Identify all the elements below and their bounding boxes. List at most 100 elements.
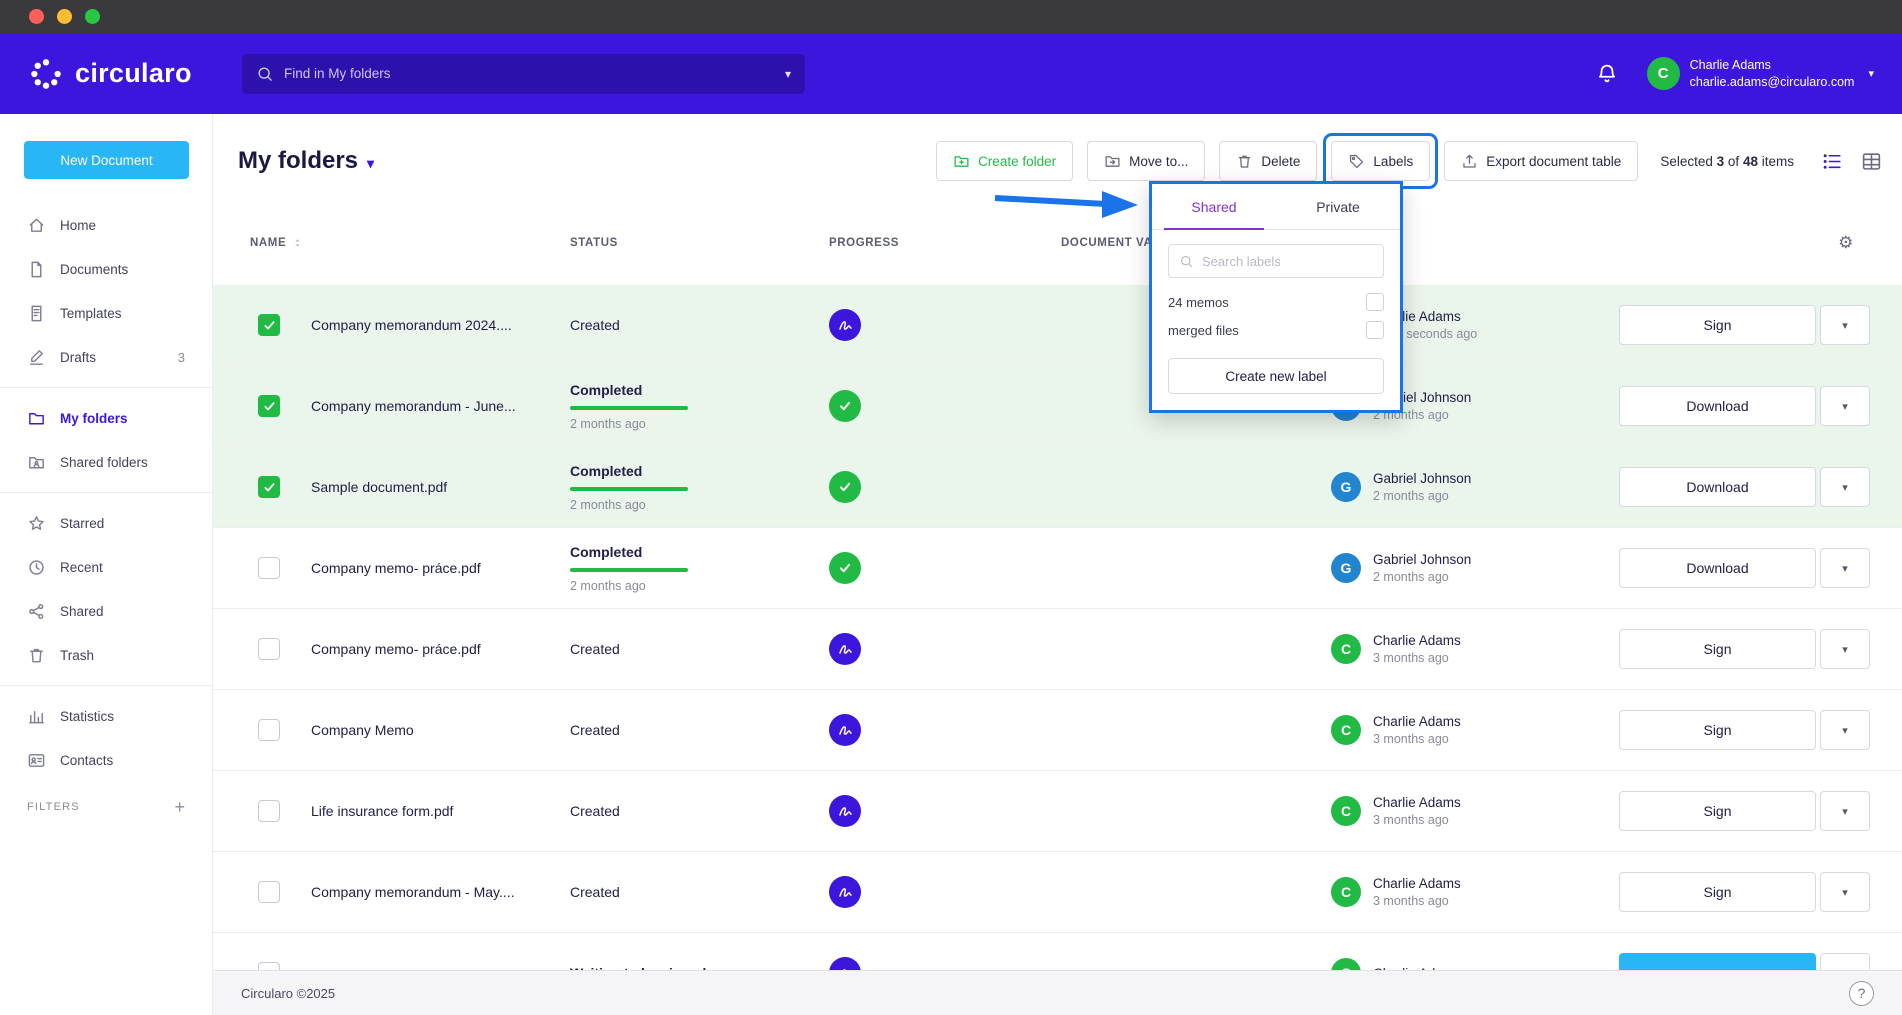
sidebar-item-statistics[interactable]: Statistics [0, 694, 212, 738]
row-checkbox[interactable] [258, 476, 280, 498]
row-checkbox[interactable] [258, 395, 280, 417]
sign-button[interactable]: Sign [1619, 872, 1816, 912]
sidebar-item-contacts[interactable]: Contacts [0, 738, 212, 782]
move-to-button[interactable]: Move to... [1087, 141, 1205, 181]
sidebar-divider [0, 387, 212, 388]
label-search-input[interactable] [1202, 254, 1373, 269]
create-folder-button[interactable]: Create folder [936, 141, 1073, 181]
add-filter-button[interactable]: + [174, 798, 185, 816]
table-header: NAME STATUS PROGRESS DOCUMENT VALIDITY M… [213, 223, 1902, 263]
minimize-window-button[interactable] [57, 9, 72, 24]
sidebar-item-templates[interactable]: Templates [0, 291, 212, 335]
download-button[interactable]: Download [1619, 386, 1816, 426]
global-search[interactable]: ▾ [242, 54, 805, 94]
document-name[interactable]: Company memo- práce.pdf [291, 560, 570, 576]
modified-by-cell: GGabriel Johnson2 months ago [1331, 471, 1619, 503]
document-name[interactable]: Sample document.pdf [291, 479, 570, 495]
document-name[interactable]: Company Memo [291, 722, 570, 738]
sidebar-item-starred[interactable]: Starred [0, 501, 212, 545]
download-button[interactable]: Download [1619, 467, 1816, 507]
row-checkbox[interactable] [258, 314, 280, 336]
tab-shared[interactable]: Shared [1152, 184, 1276, 229]
modified-time: 3 months ago [1373, 732, 1461, 746]
zoom-window-button[interactable] [85, 9, 100, 24]
row-checkbox[interactable] [258, 800, 280, 822]
sidebar-item-shared-folders[interactable]: Shared folders [0, 440, 212, 484]
sidebar-item-label: Documents [60, 262, 128, 277]
download-button[interactable]: Download [1619, 548, 1816, 588]
sidebar-item-recent[interactable]: Recent [0, 545, 212, 589]
page-title[interactable]: My folders ▾ [238, 147, 374, 175]
search-input[interactable] [284, 66, 767, 81]
create-new-label-button[interactable]: Create new label [1168, 358, 1384, 394]
sidebar-item-documents[interactable]: Documents [0, 247, 212, 291]
labels-label: Labels [1373, 154, 1413, 169]
action-dropdown-button[interactable]: ▾ [1820, 386, 1870, 426]
action-dropdown-button[interactable]: ▾ [1820, 305, 1870, 345]
label-item[interactable]: 24 memos [1168, 288, 1384, 316]
document-name[interactable]: Life insurance form.pdf [291, 803, 570, 819]
status-cell: Completed2 months ago [570, 544, 829, 593]
modified-by-name: Charlie Adams [1373, 795, 1461, 810]
column-header-progress[interactable]: PROGRESS [829, 237, 899, 249]
help-button[interactable]: ? [1849, 981, 1874, 1006]
grid-view-icon[interactable] [1861, 151, 1882, 172]
table-row[interactable]: Company memo- práce.pdfCompleted2 months… [213, 528, 1902, 609]
user-menu[interactable]: C Charlie Adams charlie.adams@circularo.… [1647, 57, 1874, 90]
sidebar-item-home[interactable]: Home [0, 203, 212, 247]
status-label: Completed [570, 544, 829, 560]
table-row[interactable]: Sample document.pdfCompleted2 months ago… [213, 447, 1902, 528]
brand[interactable]: circularo [28, 56, 218, 92]
sign-button[interactable]: Sign [1619, 629, 1816, 669]
row-checkbox[interactable] [258, 881, 280, 903]
document-name[interactable]: Company memorandum - June... [291, 398, 570, 414]
sidebar-item-trash[interactable]: Trash [0, 633, 212, 677]
document-name[interactable]: Company memo- práce.pdf [291, 641, 570, 657]
table-row[interactable]: Life insurance form.pdfCreatedCCharlie A… [213, 771, 1902, 852]
sign-button[interactable]: Sign [1619, 791, 1816, 831]
label-search[interactable] [1168, 244, 1384, 278]
column-header-status[interactable]: STATUS [570, 237, 618, 249]
table-row[interactable]: Company memorandum - June...Completed2 m… [213, 366, 1902, 447]
labels-button[interactable]: Labels [1331, 141, 1430, 181]
row-checkbox[interactable] [258, 638, 280, 660]
new-document-button[interactable]: New Document [24, 141, 189, 179]
completed-progress-icon [829, 390, 861, 422]
label-checkbox[interactable] [1366, 293, 1384, 311]
export-document-table-button[interactable]: Export document table [1444, 141, 1638, 181]
folder-icon [27, 409, 46, 428]
table-row[interactable]: Company memorandum - May....CreatedCChar… [213, 852, 1902, 933]
document-name[interactable]: Company memorandum 2024.... [291, 317, 570, 333]
action-dropdown-button[interactable]: ▾ [1820, 791, 1870, 831]
column-settings-gear-icon[interactable]: ⚙ [1838, 233, 1854, 253]
sidebar-item-drafts[interactable]: Drafts3 [0, 335, 212, 379]
action-dropdown-button[interactable]: ▾ [1820, 710, 1870, 750]
table-row[interactable]: Company MemoCreatedCCharlie Adams3 month… [213, 690, 1902, 771]
column-header-name[interactable]: NAME [250, 237, 303, 249]
close-window-button[interactable] [29, 9, 44, 24]
label-item[interactable]: merged files [1168, 316, 1384, 344]
sign-button[interactable]: Sign [1619, 710, 1816, 750]
sidebar-item-shared[interactable]: Shared [0, 589, 212, 633]
sign-button[interactable]: Sign [1619, 305, 1816, 345]
action-dropdown-button[interactable]: ▾ [1820, 467, 1870, 507]
row-checkbox[interactable] [258, 719, 280, 741]
table-row[interactable]: Company memo- práce.pdfCreatedCCharlie A… [213, 609, 1902, 690]
list-view-icon[interactable] [1822, 151, 1843, 172]
action-dropdown-button[interactable]: ▾ [1820, 872, 1870, 912]
search-scope-chevron-down-icon[interactable]: ▾ [777, 67, 791, 81]
label-checkbox[interactable] [1366, 321, 1384, 339]
action-dropdown-button[interactable]: ▾ [1820, 629, 1870, 669]
row-checkbox[interactable] [258, 557, 280, 579]
sidebar-item-my-folders[interactable]: My folders [0, 396, 212, 440]
delete-button[interactable]: Delete [1219, 141, 1317, 181]
action-dropdown-button[interactable]: ▾ [1820, 548, 1870, 588]
document-name[interactable]: Company memorandum - May.... [291, 884, 570, 900]
table-row[interactable]: Company memorandum 2024....CreatedCCharl… [213, 285, 1902, 366]
sort-icon[interactable] [292, 237, 303, 249]
status-time: 2 months ago [570, 417, 829, 431]
progress-cell [829, 876, 1061, 908]
tab-private[interactable]: Private [1276, 184, 1400, 229]
notifications-bell-icon[interactable] [1595, 62, 1619, 86]
modified-by-text: Charlie Adams3 months ago [1373, 633, 1461, 665]
